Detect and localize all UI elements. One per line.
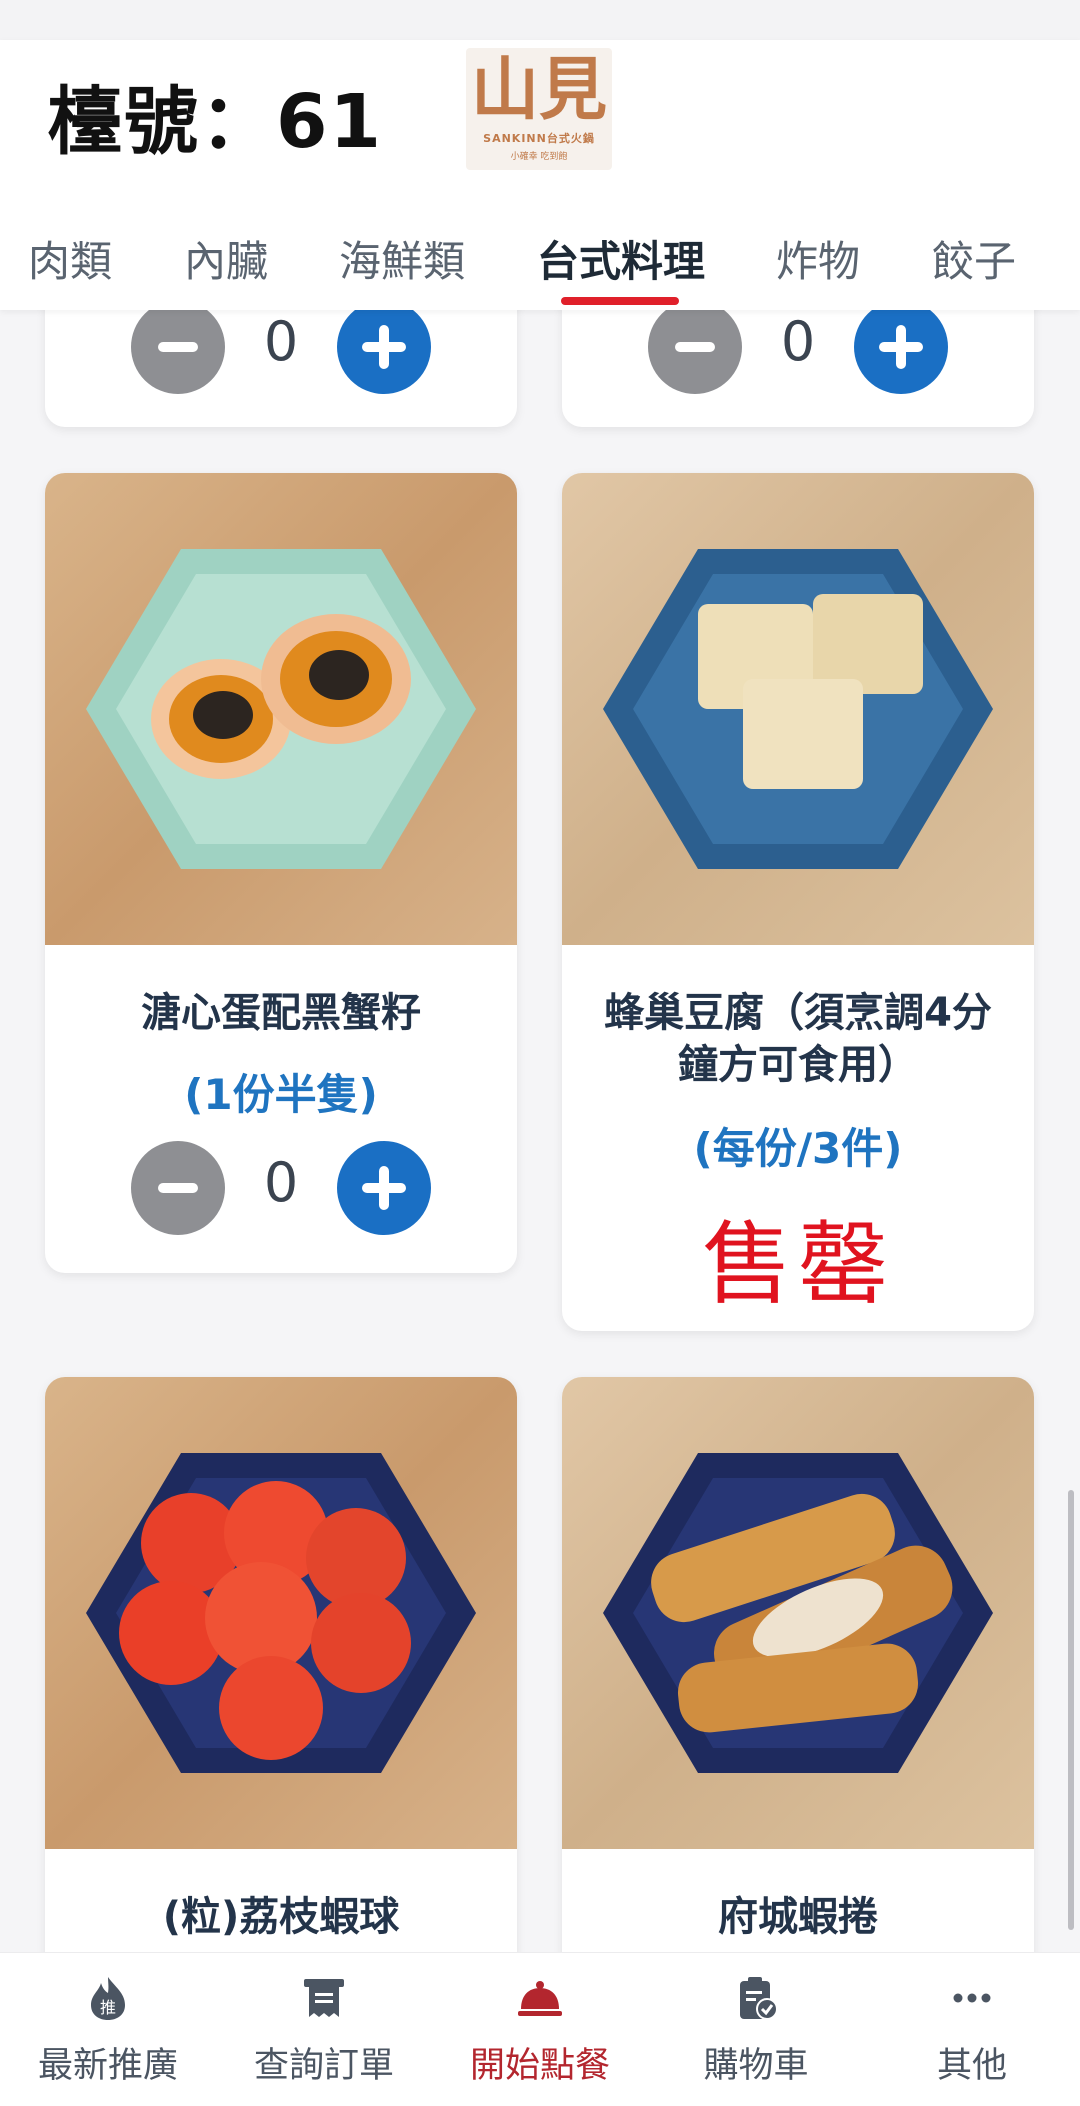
quantity-value: 0 [780,310,816,373]
item-name: 溏心蛋配黑蟹籽 [141,990,421,1036]
item-name: (粒)荔枝蝦球 [162,1894,400,1940]
nav-cart[interactable]: 購物車 [648,1953,864,2106]
active-tab-indicator [561,297,679,305]
decrease-button[interactable] [131,1141,225,1235]
increase-button[interactable] [337,1141,431,1235]
more-icon [953,1993,991,2003]
nav-label: 購物車 [703,2046,809,2086]
quantity-stepper: 0 [45,300,517,394]
nav-label: 查詢訂單 [253,2046,394,2086]
quantity-value: 0 [263,1151,299,1214]
egg-plate-image [86,549,476,869]
tab-dumplings[interactable]: 餃子 [932,228,1016,289]
nav-order-lookup[interactable]: 查詢訂單 [216,1953,432,2106]
category-tabs: 肉類 內臟 海鮮類 台式料理 炸物 餃子 [0,200,1080,310]
menu-item-card-honeycomb-tofu: 蜂巢豆腐（須烹調4分 鐘方可食用） (每份/3件) 售罄 [562,473,1034,1331]
decrease-button[interactable] [648,300,742,394]
shrimp-roll-plate-image [603,1453,993,1773]
item-portion: (1份半隻) [184,1070,378,1119]
nav-promotions[interactable]: 推 最新推廣 [0,1953,216,2106]
increase-button[interactable] [337,300,431,394]
item-photo[interactable] [45,1377,517,1849]
tab-taiwanese-dishes[interactable]: 台式料理 [537,228,705,289]
nav-start-ordering[interactable]: 開始點餐 [432,1953,648,2106]
status-bar [0,0,1080,40]
menu-item-card-soft-egg: 溏心蛋配黑蟹籽 (1份半隻) 0 [45,473,517,1273]
header: 檯號：61 山見 SANKINN台式火鍋 小確幸 吃到飽 肉類 內臟 海鮮類 台… [0,40,1080,310]
logo-mark: 山見 [470,50,607,130]
receipt-icon [304,1979,344,2017]
item-photo[interactable] [562,1377,1034,1849]
item-name-line1: 蜂巢豆腐（須烹調4分 [604,990,992,1036]
increase-button[interactable] [854,300,948,394]
tab-fried[interactable]: 炸物 [776,228,860,289]
scrollbar[interactable] [1068,1490,1074,1930]
clipboard-check-icon [740,1977,778,2020]
item-photo[interactable] [562,473,1034,945]
menu-item-card-shrimp-roll: 府城蝦捲 [562,1377,1034,2017]
quantity-stepper: 0 [562,300,1034,394]
quantity-value: 0 [263,310,299,373]
nav-label: 最新推廣 [37,2046,178,2086]
nav-more[interactable]: 其他 [864,1953,1080,2106]
nav-label: 開始點餐 [469,2046,610,2086]
table-number: 檯號：61 [48,79,383,165]
restaurant-logo: 山見 SANKINN台式火鍋 小確幸 吃到飽 [466,48,612,170]
logo-slogan: 小確幸 吃到飽 [510,152,568,162]
menu-item-card-lychee-shrimp-ball: (粒)荔枝蝦球 [45,1377,517,2017]
item-photo[interactable] [45,473,517,945]
svg-text:推: 推 [100,1998,116,2017]
quantity-stepper: 0 [45,1141,517,1235]
tab-offal[interactable]: 內臟 [184,228,268,289]
nav-label: 其他 [936,2046,1007,2086]
tofu-plate-image [603,549,993,869]
shrimp-ball-plate-image [86,1453,476,1773]
bottom-navigation: 推 最新推廣 查詢訂單 開始點餐 購物車 其他 [0,1952,1080,2106]
flame-icon: 推 [91,1977,125,2020]
logo-brand: SANKINN台式火鍋 [483,132,595,145]
tab-seafood[interactable]: 海鮮類 [339,228,465,289]
decrease-button[interactable] [131,300,225,394]
sold-out-label: 售罄 [702,1212,894,1317]
cloche-icon [518,1981,562,2016]
item-portion: (每份/3件) [693,1124,903,1173]
tab-meat[interactable]: 肉類 [28,228,112,289]
item-name-line2: 鐘方可食用） [678,1042,918,1088]
item-name: 府城蝦捲 [718,1894,878,1940]
